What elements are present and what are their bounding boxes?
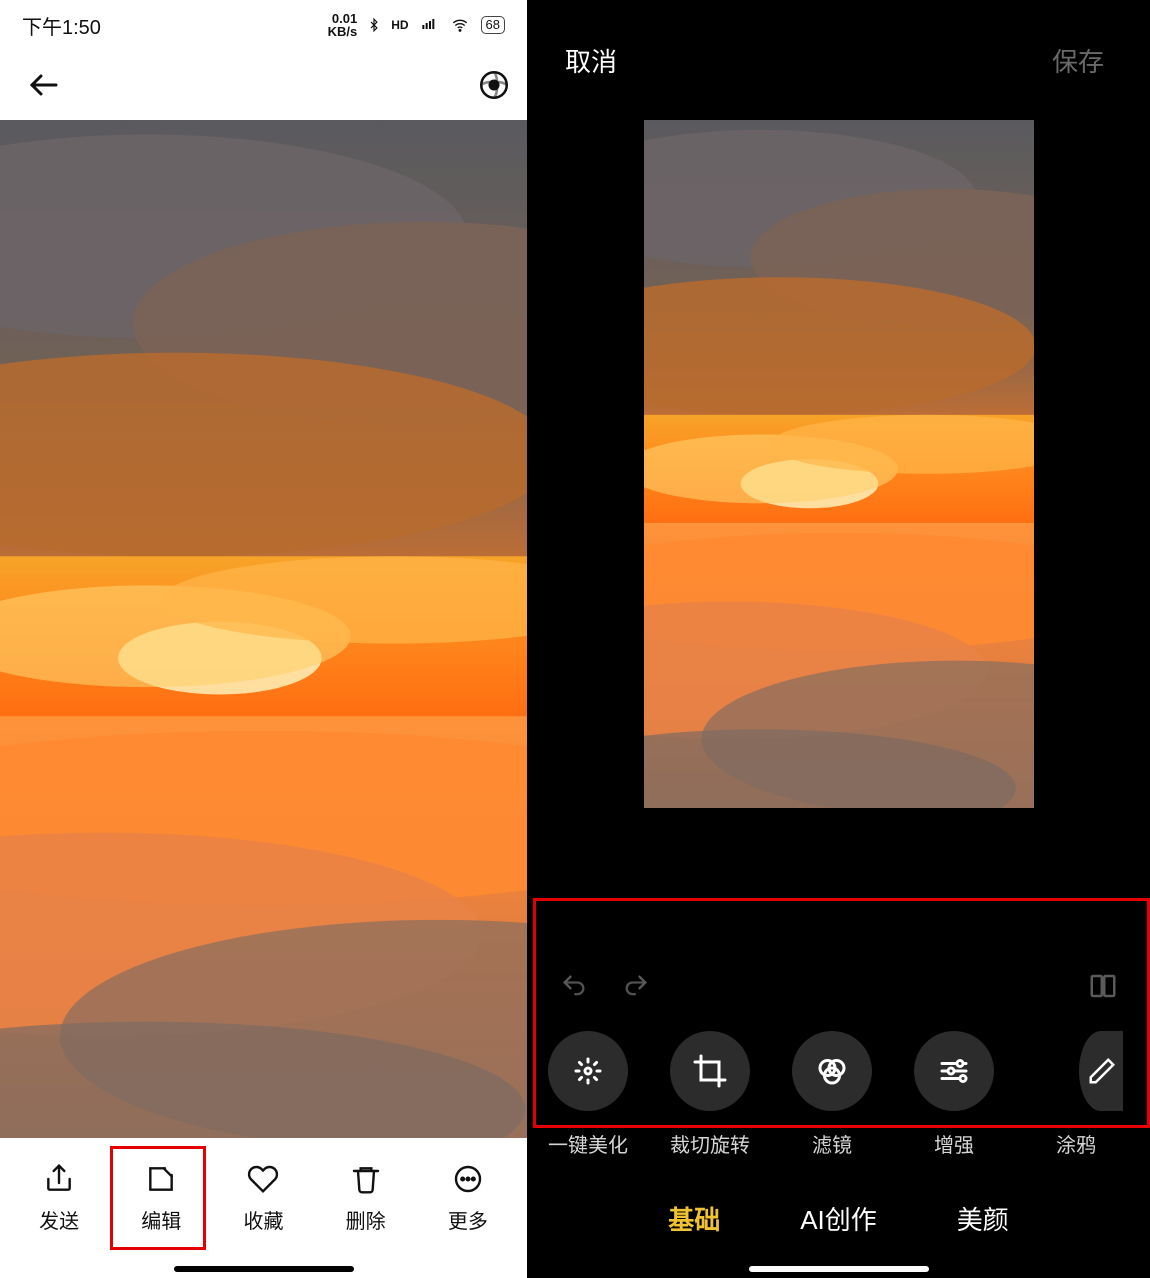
edit-button[interactable]: 编辑 xyxy=(116,1163,206,1234)
tool-auto-enhance[interactable]: 一键美化 xyxy=(541,1031,635,1158)
more-button[interactable]: 更多 xyxy=(423,1163,513,1234)
status-time: 下午1:50 xyxy=(22,11,101,40)
network-speed: 0.01 KB/s xyxy=(328,12,358,38)
tool-label: 裁切旋转 xyxy=(670,1129,750,1158)
home-indicator[interactable] xyxy=(174,1266,354,1272)
bottom-action-bar: 发送 编辑 收藏 删除 更多 xyxy=(0,1138,527,1278)
pencil-icon xyxy=(1087,1056,1117,1086)
editor-photo-content[interactable] xyxy=(644,120,1034,808)
trash-icon xyxy=(350,1163,382,1195)
compare-button[interactable] xyxy=(1086,971,1120,1001)
save-button[interactable]: 保存 xyxy=(1052,42,1104,79)
tab-beauty[interactable]: 美颜 xyxy=(957,1200,1009,1237)
bluetooth-icon xyxy=(367,15,381,35)
back-icon[interactable] xyxy=(26,67,62,103)
share-icon xyxy=(43,1163,75,1195)
gallery-viewer-screen: 下午1:50 0.01 KB/s HD 68 xyxy=(0,0,527,1278)
tool-label: 涂鸦 xyxy=(1056,1129,1096,1158)
filter-icon xyxy=(814,1053,850,1089)
photo-content[interactable] xyxy=(0,120,527,1138)
tool-adjust[interactable]: 增强 xyxy=(907,1031,1001,1158)
lens-icon[interactable] xyxy=(477,68,511,102)
editor-tabs: 基础 AI创作 美颜 xyxy=(527,1158,1150,1278)
status-right: 0.01 KB/s HD 68 xyxy=(328,12,505,38)
tab-ai[interactable]: AI创作 xyxy=(800,1200,877,1237)
photo-editor-screen: 取消 保存 一键美化 裁切旋转 xyxy=(527,0,1150,1278)
favorite-button[interactable]: 收藏 xyxy=(218,1163,308,1234)
editor-top-bar: 取消 保存 xyxy=(527,0,1150,120)
more-icon xyxy=(452,1163,484,1195)
more-label: 更多 xyxy=(448,1205,488,1234)
top-bar xyxy=(0,50,527,120)
crop-icon xyxy=(692,1053,728,1089)
tab-basic[interactable]: 基础 xyxy=(668,1200,720,1237)
delete-label: 删除 xyxy=(346,1205,386,1234)
favorite-label: 收藏 xyxy=(243,1205,283,1234)
tool-filter[interactable]: 滤镜 xyxy=(785,1031,879,1158)
status-bar: 下午1:50 0.01 KB/s HD 68 xyxy=(0,0,527,50)
cancel-button[interactable]: 取消 xyxy=(565,42,617,79)
hd-indicator: HD xyxy=(391,18,408,32)
battery-indicator: 68 xyxy=(481,16,505,34)
undo-button[interactable] xyxy=(557,972,591,1000)
delete-button[interactable]: 删除 xyxy=(321,1163,411,1234)
editor-canvas-area xyxy=(527,120,1150,951)
tool-crop-rotate[interactable]: 裁切旋转 xyxy=(663,1031,757,1158)
tool-row: 一键美化 裁切旋转 滤镜 增强 涂鸦 xyxy=(527,1021,1150,1158)
tool-doodle[interactable]: 涂鸦 xyxy=(1029,1031,1123,1158)
signal-icon xyxy=(419,17,439,33)
edit-label: 编辑 xyxy=(141,1205,181,1234)
magic-icon xyxy=(570,1053,606,1089)
tool-label: 增强 xyxy=(934,1129,974,1158)
tool-label: 一键美化 xyxy=(548,1129,628,1158)
redo-button[interactable] xyxy=(619,972,653,1000)
wifi-icon xyxy=(449,17,471,33)
edit-icon xyxy=(145,1163,177,1195)
sliders-icon xyxy=(936,1053,972,1089)
send-label: 发送 xyxy=(39,1205,79,1234)
send-button[interactable]: 发送 xyxy=(14,1163,104,1234)
tool-label: 滤镜 xyxy=(812,1129,852,1158)
undo-redo-bar xyxy=(527,951,1150,1021)
heart-icon xyxy=(247,1163,279,1195)
home-indicator[interactable] xyxy=(749,1266,929,1272)
